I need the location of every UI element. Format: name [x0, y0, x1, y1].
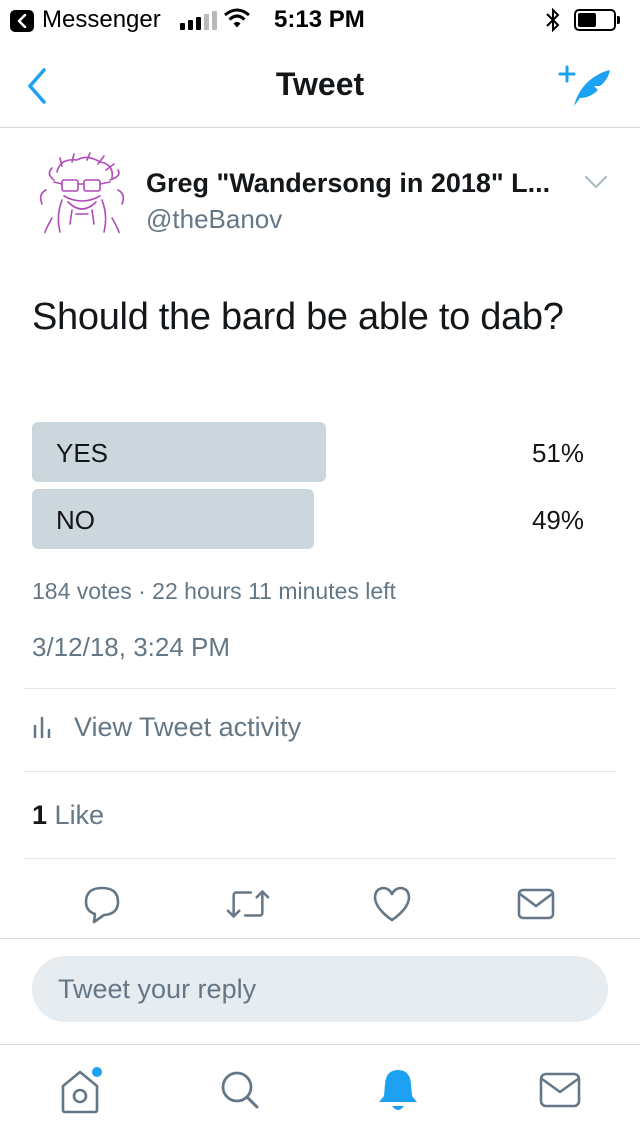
notifications-bell-icon[interactable] [370, 1062, 426, 1118]
divider [0, 1044, 640, 1045]
like-count-label: Like [54, 800, 105, 830]
wifi-icon [224, 8, 250, 35]
poll-option-label: YES [56, 438, 109, 468]
like-heart-icon[interactable] [370, 882, 414, 926]
divider [24, 688, 616, 689]
like-count-number: 1 [32, 800, 48, 830]
author-name[interactable]: Greg "Wandersong in 2018" L... [146, 168, 550, 199]
page-title: Tweet [275, 66, 365, 102]
poll-option-percent: 49% [531, 505, 584, 535]
reply-placeholder: Tweet your reply [58, 974, 257, 1004]
poll-option: NO 49% [32, 489, 588, 549]
search-icon[interactable] [212, 1062, 268, 1118]
chevron-down-icon[interactable] [584, 174, 608, 190]
retweet-icon[interactable] [226, 882, 270, 926]
battery-icon [574, 9, 620, 31]
author-handle[interactable]: @theBanov [146, 204, 282, 235]
divider [24, 771, 616, 772]
likes-count[interactable]: 1 Like [32, 800, 104, 831]
tweet-author: Greg "Wandersong in 2018" L... @theBanov [32, 150, 618, 250]
back-to-app-icon[interactable] [10, 10, 34, 32]
tweet-timestamp: 3/12/18, 3:24 PM [32, 632, 231, 662]
poll-meta: 184 votes · 22 hours 11 minutes left [32, 578, 396, 604]
tweet-actions [0, 882, 640, 930]
signal-icon [180, 10, 217, 30]
avatar[interactable] [32, 150, 132, 250]
tab-bar [0, 1050, 640, 1136]
status-bar: Messenger 5:13 PM [0, 0, 640, 40]
back-app-label[interactable]: Messenger [42, 6, 161, 34]
divider [24, 858, 616, 859]
tweet-reply-input[interactable]: Tweet your reply [32, 956, 608, 1022]
messages-mail-icon[interactable] [532, 1062, 588, 1118]
reply-icon[interactable] [80, 882, 124, 926]
poll: YES 51% NO 49% [32, 422, 588, 556]
compose-tweet-icon[interactable] [556, 62, 612, 110]
nav-bar: Tweet [0, 40, 640, 128]
bluetooth-icon [545, 7, 561, 38]
divider [0, 938, 640, 939]
share-mail-icon[interactable] [514, 882, 558, 926]
home-icon[interactable] [52, 1062, 108, 1118]
tweet-text: Should the bard be able to dab? [32, 296, 564, 338]
poll-option-label: NO [56, 505, 95, 535]
status-time: 5:13 PM [274, 6, 365, 33]
poll-option-percent: 51% [531, 438, 584, 468]
activity-chart-icon [32, 712, 56, 743]
view-tweet-activity-button[interactable]: View Tweet activity [32, 712, 301, 743]
activity-label: View Tweet activity [74, 712, 302, 742]
poll-option: YES 51% [32, 422, 588, 482]
